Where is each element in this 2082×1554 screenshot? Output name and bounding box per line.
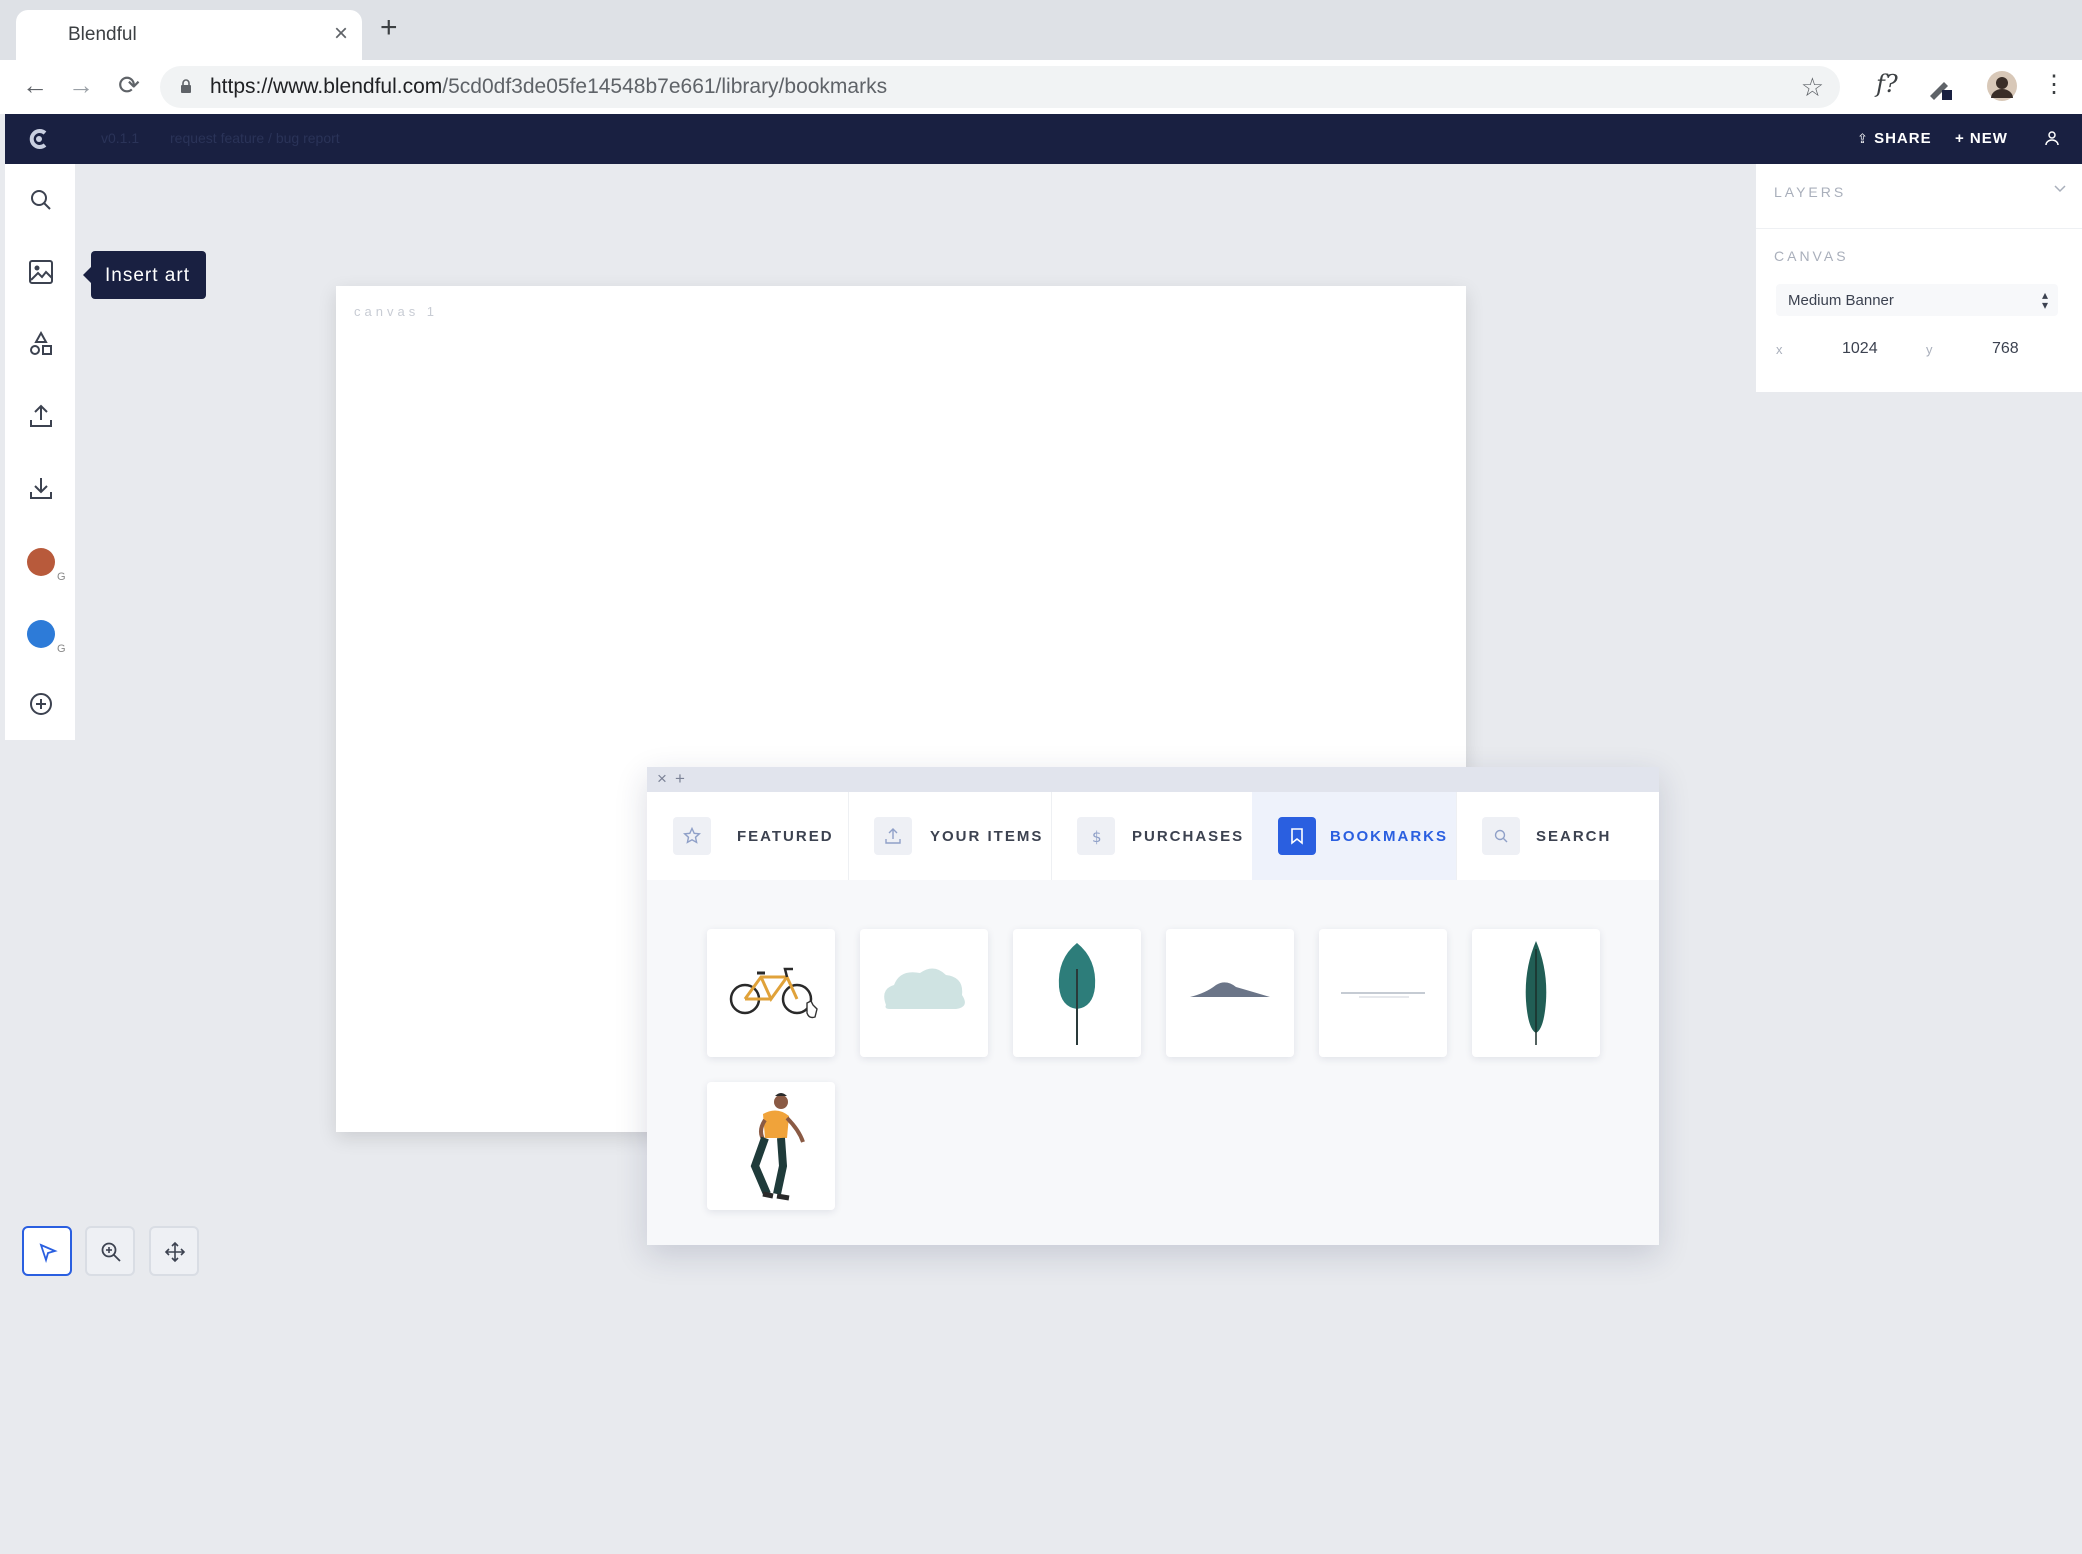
art-item-bicycle[interactable] [707, 929, 835, 1057]
art-item-round-tree[interactable] [1013, 929, 1141, 1057]
lock-icon [181, 79, 191, 93]
library-panel: × + FEATURED YOUR ITEMS $ PURCHASES BOOK [647, 767, 1659, 1245]
tab-featured[interactable]: FEATURED [647, 792, 849, 880]
profile-avatar[interactable] [1986, 70, 2018, 102]
layers-heading[interactable]: LAYERS [1774, 184, 1846, 200]
art-item-water-ripple[interactable] [1319, 929, 1447, 1057]
svg-text:$: $ [1092, 828, 1102, 845]
shapes-icon[interactable] [27, 330, 55, 358]
art-item-tall-leaf[interactable] [1472, 929, 1600, 1057]
add-color-icon[interactable] [27, 690, 55, 718]
color2-gradient-label: G [57, 643, 66, 655]
height-input[interactable]: 768 [1992, 340, 2019, 358]
tab-close-icon[interactable]: × [334, 20, 348, 48]
bookmark-icon [1278, 817, 1316, 855]
move-icon [164, 1241, 186, 1263]
x-label: x [1776, 342, 1783, 357]
art-item-walking-man[interactable] [707, 1082, 835, 1210]
feature-request-link[interactable]: request feature / bug report [170, 130, 340, 146]
primary-color-swatch[interactable] [27, 548, 55, 576]
forward-button[interactable]: → [64, 70, 98, 101]
url-text: https://www.blendful.com/5cd0df3de05fe14… [210, 75, 888, 98]
address-bar[interactable]: https://www.blendful.com/5cd0df3de05fe14… [160, 66, 1840, 108]
reload-button[interactable]: ⟳ [112, 70, 146, 101]
library-add-icon[interactable]: + [675, 769, 685, 789]
left-toolbar: G G [5, 164, 75, 740]
download-icon[interactable] [27, 474, 55, 502]
select-tool-button[interactable] [22, 1226, 72, 1276]
upload-icon[interactable] [27, 402, 55, 430]
tab-bookmarks[interactable]: BOOKMARKS [1252, 792, 1457, 880]
cursor-icon [39, 1243, 58, 1263]
back-button[interactable]: ← [18, 70, 52, 101]
zoom-tool-button[interactable] [85, 1226, 135, 1276]
color1-gradient-label: G [57, 571, 66, 583]
secondary-color-swatch[interactable] [27, 620, 55, 648]
pan-tool-button[interactable] [149, 1226, 199, 1276]
properties-panel: LAYERS CANVAS Medium Banner ▴ ▾ x 1024 y … [1756, 164, 2082, 392]
share-button[interactable]: ⇪ SHARE [1857, 130, 1932, 147]
canvas-size-select[interactable]: Medium Banner ▴ ▾ [1776, 284, 2058, 316]
upload-icon [874, 817, 912, 855]
share-icon: ⇪ [1857, 131, 1869, 146]
browser-menu-icon[interactable]: ⋮ [2042, 70, 2066, 99]
library-close-icon[interactable]: × [657, 769, 667, 789]
search-icon[interactable] [27, 186, 55, 214]
tab-search[interactable]: SEARCH [1456, 792, 1659, 880]
width-input[interactable]: 1024 [1842, 340, 1878, 358]
canvas-size-value: Medium Banner [1788, 292, 1894, 309]
y-label: y [1926, 342, 1933, 357]
library-titlebar: × + [647, 767, 1659, 792]
zoom-in-icon [101, 1242, 121, 1262]
new-tab-button[interactable]: + [380, 13, 398, 43]
library-tabs: FEATURED YOUR ITEMS $ PURCHASES BOOKMARK… [647, 792, 1659, 880]
bookmark-star-icon[interactable]: ☆ [1801, 72, 1824, 103]
art-item-hill[interactable] [1166, 929, 1294, 1057]
divider [1756, 228, 2082, 229]
dollar-icon: $ [1077, 817, 1115, 855]
search-icon [1482, 817, 1520, 855]
extension-fx-icon[interactable]: f? [1876, 70, 1898, 98]
insert-art-icon[interactable] [27, 258, 55, 286]
user-icon[interactable] [2044, 130, 2060, 146]
browser-tabstrip: Blendful × + [0, 0, 2082, 60]
app-header: v0.1.1 request feature / bug report ⇪ SH… [5, 114, 2082, 164]
insert-art-tooltip: Insert art [83, 251, 206, 299]
canvas-heading: CANVAS [1774, 248, 1849, 264]
blendful-logo-icon[interactable] [27, 127, 51, 151]
tab-your-items[interactable]: YOUR ITEMS [848, 792, 1052, 880]
art-item-bush[interactable] [860, 929, 988, 1057]
browser-tab[interactable]: Blendful × [16, 10, 362, 60]
tab-title: Blendful [68, 24, 137, 45]
browser-toolbar: ← → ⟳ https://www.blendful.com/5cd0df3de… [0, 60, 2082, 114]
new-button[interactable]: + NEW [1955, 130, 2008, 147]
version-label: v0.1.1 [101, 130, 140, 146]
extension-pen-icon[interactable] [1926, 74, 1954, 102]
chevron-down-icon[interactable] [2054, 182, 2066, 194]
tab-purchases[interactable]: $ PURCHASES [1051, 792, 1253, 880]
star-icon [673, 817, 711, 855]
canvas-label: canvas 1 [354, 304, 439, 319]
select-arrows-icon: ▴ ▾ [2041, 288, 2048, 312]
